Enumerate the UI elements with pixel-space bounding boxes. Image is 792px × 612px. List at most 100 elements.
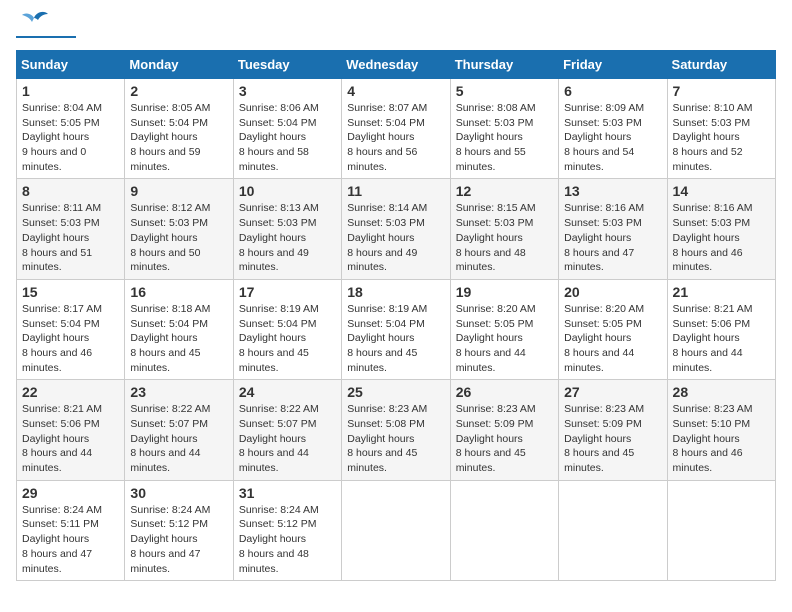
day-info: Sunrise: 8:23 AM Sunset: 5:09 PM Dayligh…	[564, 402, 661, 475]
sunset-time: 5:09 PM	[603, 418, 642, 430]
sunrise-label: Sunrise:	[22, 202, 63, 214]
daylight-label: Daylight hours	[130, 533, 197, 545]
day-info: Sunrise: 8:17 AM Sunset: 5:04 PM Dayligh…	[22, 302, 119, 375]
day-number: 21	[673, 284, 770, 300]
daylight-label: Daylight hours	[130, 131, 197, 143]
daylight-value: 8 hours and 44 minutes.	[456, 347, 526, 374]
sunset-label: Sunset:	[456, 217, 495, 229]
sunset-time: 5:04 PM	[169, 117, 208, 129]
calendar-cell: 22 Sunrise: 8:21 AM Sunset: 5:06 PM Dayl…	[17, 380, 125, 480]
calendar-cell: 29 Sunrise: 8:24 AM Sunset: 5:11 PM Dayl…	[17, 480, 125, 580]
sunrise-label: Sunrise:	[22, 403, 63, 415]
calendar-cell: 24 Sunrise: 8:22 AM Sunset: 5:07 PM Dayl…	[233, 380, 341, 480]
sunset-time: 5:03 PM	[494, 217, 533, 229]
day-info: Sunrise: 8:14 AM Sunset: 5:03 PM Dayligh…	[347, 201, 444, 274]
day-info: Sunrise: 8:21 AM Sunset: 5:06 PM Dayligh…	[22, 402, 119, 475]
sunrise-label: Sunrise:	[564, 202, 605, 214]
sunset-time: 5:04 PM	[169, 318, 208, 330]
sunrise-label: Sunrise:	[239, 403, 280, 415]
daylight-value: 8 hours and 45 minutes.	[347, 447, 417, 474]
sunset-label: Sunset:	[22, 518, 61, 530]
day-number: 28	[673, 384, 770, 400]
daylight-value: 8 hours and 59 minutes.	[130, 146, 200, 173]
calendar-cell: 12 Sunrise: 8:15 AM Sunset: 5:03 PM Dayl…	[450, 179, 558, 279]
day-info: Sunrise: 8:11 AM Sunset: 5:03 PM Dayligh…	[22, 201, 119, 274]
calendar-cell: 18 Sunrise: 8:19 AM Sunset: 5:04 PM Dayl…	[342, 279, 450, 379]
daylight-label: Daylight hours	[456, 332, 523, 344]
day-number: 10	[239, 183, 336, 199]
daylight-value: 8 hours and 50 minutes.	[130, 247, 200, 274]
day-info: Sunrise: 8:08 AM Sunset: 5:03 PM Dayligh…	[456, 101, 553, 174]
day-info: Sunrise: 8:07 AM Sunset: 5:04 PM Dayligh…	[347, 101, 444, 174]
calendar-cell: 25 Sunrise: 8:23 AM Sunset: 5:08 PM Dayl…	[342, 380, 450, 480]
day-number: 23	[130, 384, 227, 400]
day-number: 7	[673, 83, 770, 99]
day-number: 26	[456, 384, 553, 400]
sunset-label: Sunset:	[130, 318, 169, 330]
daylight-label: Daylight hours	[564, 131, 631, 143]
day-number: 5	[456, 83, 553, 99]
calendar-cell: 26 Sunrise: 8:23 AM Sunset: 5:09 PM Dayl…	[450, 380, 558, 480]
sunrise-time: 8:06 AM	[280, 102, 319, 114]
daylight-value: 8 hours and 44 minutes.	[130, 447, 200, 474]
calendar-cell: 19 Sunrise: 8:20 AM Sunset: 5:05 PM Dayl…	[450, 279, 558, 379]
daylight-value: 8 hours and 44 minutes.	[564, 347, 634, 374]
sunset-label: Sunset:	[130, 518, 169, 530]
sunset-time: 5:03 PM	[603, 217, 642, 229]
day-number: 8	[22, 183, 119, 199]
sunrise-time: 8:05 AM	[172, 102, 211, 114]
sunrise-time: 8:20 AM	[497, 303, 536, 315]
daylight-value: 8 hours and 58 minutes.	[239, 146, 309, 173]
sunrise-label: Sunrise:	[22, 504, 63, 516]
sunrise-label: Sunrise:	[130, 303, 171, 315]
header-monday: Monday	[125, 51, 233, 79]
day-number: 14	[673, 183, 770, 199]
daylight-label: Daylight hours	[239, 533, 306, 545]
sunset-label: Sunset:	[22, 117, 61, 129]
day-number: 27	[564, 384, 661, 400]
daylight-value: 8 hours and 54 minutes.	[564, 146, 634, 173]
sunrise-time: 8:15 AM	[497, 202, 536, 214]
calendar-cell: 6 Sunrise: 8:09 AM Sunset: 5:03 PM Dayli…	[559, 79, 667, 179]
daylight-value: 8 hours and 47 minutes.	[130, 548, 200, 575]
header-thursday: Thursday	[450, 51, 558, 79]
daylight-value: 8 hours and 49 minutes.	[239, 247, 309, 274]
week-row-5: 29 Sunrise: 8:24 AM Sunset: 5:11 PM Dayl…	[17, 480, 776, 580]
calendar-cell: 23 Sunrise: 8:22 AM Sunset: 5:07 PM Dayl…	[125, 380, 233, 480]
daylight-label: Daylight hours	[22, 232, 89, 244]
sunrise-time: 8:23 AM	[606, 403, 645, 415]
sunset-label: Sunset:	[673, 217, 712, 229]
sunset-label: Sunset:	[673, 117, 712, 129]
sunrise-time: 8:20 AM	[606, 303, 645, 315]
daylight-label: Daylight hours	[673, 131, 740, 143]
sunset-label: Sunset:	[564, 217, 603, 229]
logo	[16, 16, 76, 38]
daylight-label: Daylight hours	[239, 332, 306, 344]
sunrise-time: 8:23 AM	[714, 403, 753, 415]
sunset-time: 5:03 PM	[711, 217, 750, 229]
day-info: Sunrise: 8:23 AM Sunset: 5:08 PM Dayligh…	[347, 402, 444, 475]
sunset-label: Sunset:	[564, 418, 603, 430]
calendar-cell	[342, 480, 450, 580]
week-row-2: 8 Sunrise: 8:11 AM Sunset: 5:03 PM Dayli…	[17, 179, 776, 279]
calendar-cell: 27 Sunrise: 8:23 AM Sunset: 5:09 PM Dayl…	[559, 380, 667, 480]
sunset-time: 5:03 PM	[169, 217, 208, 229]
daylight-value: 8 hours and 46 minutes.	[673, 247, 743, 274]
sunrise-time: 8:04 AM	[63, 102, 102, 114]
sunrise-time: 8:22 AM	[172, 403, 211, 415]
daylight-label: Daylight hours	[456, 232, 523, 244]
daylight-value: 8 hours and 48 minutes.	[239, 548, 309, 575]
sunrise-time: 8:24 AM	[63, 504, 102, 516]
sunset-label: Sunset:	[22, 418, 61, 430]
day-info: Sunrise: 8:24 AM Sunset: 5:12 PM Dayligh…	[239, 503, 336, 576]
sunset-label: Sunset:	[347, 318, 386, 330]
daylight-value: 8 hours and 46 minutes.	[673, 447, 743, 474]
day-number: 18	[347, 284, 444, 300]
day-number: 29	[22, 485, 119, 501]
day-number: 4	[347, 83, 444, 99]
calendar-cell: 4 Sunrise: 8:07 AM Sunset: 5:04 PM Dayli…	[342, 79, 450, 179]
daylight-label: Daylight hours	[673, 433, 740, 445]
sunset-time: 5:07 PM	[277, 418, 316, 430]
daylight-label: Daylight hours	[130, 232, 197, 244]
sunrise-label: Sunrise:	[564, 403, 605, 415]
